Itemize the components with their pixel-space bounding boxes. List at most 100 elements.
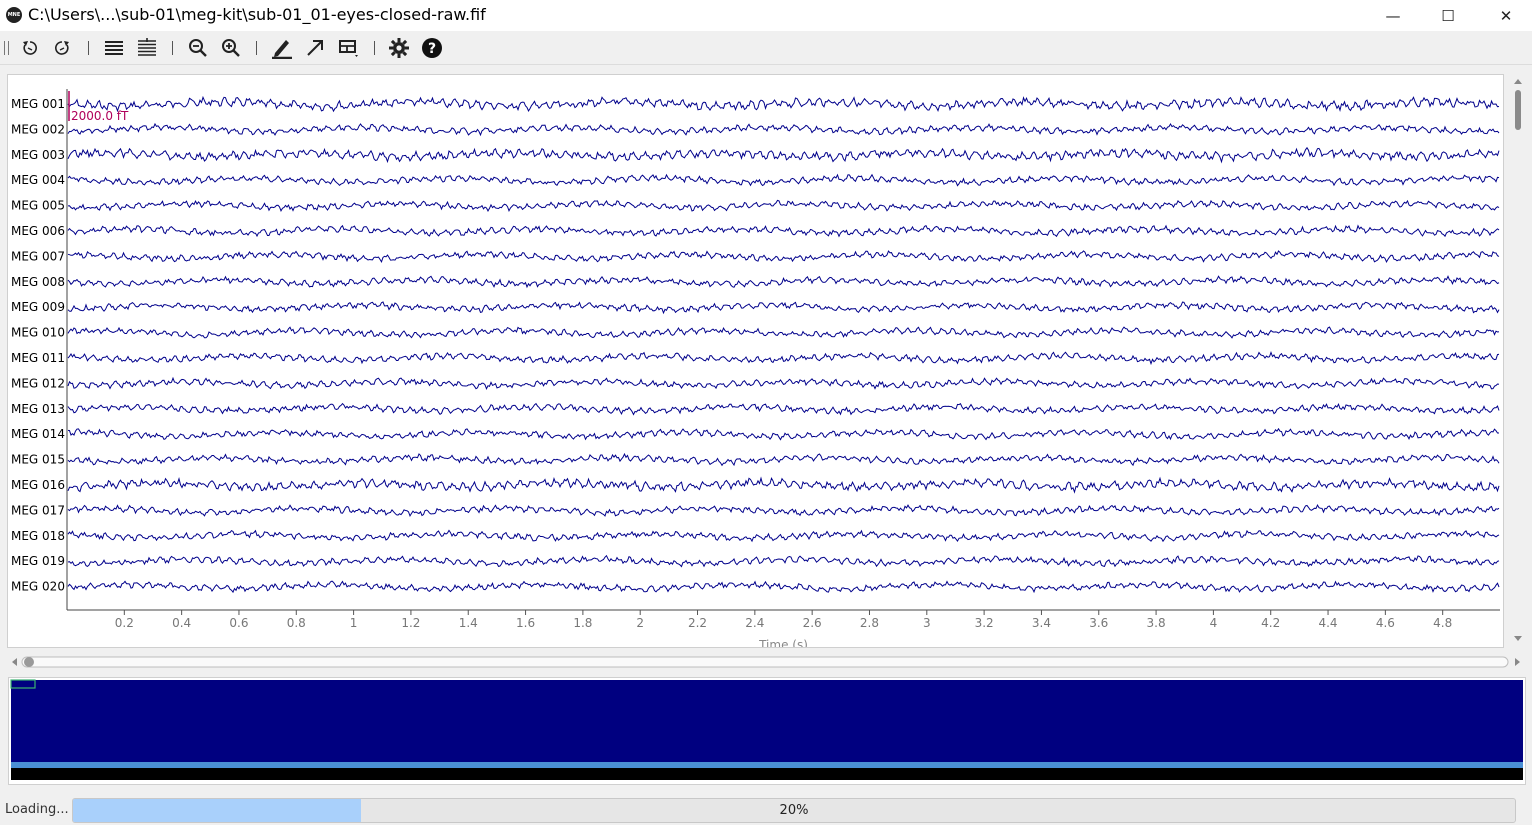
annotation-mode-icon	[272, 40, 292, 59]
overview-band	[11, 762, 1523, 768]
fewer-channels-icon	[105, 41, 123, 55]
overview-graphic	[10, 679, 1523, 780]
x-tick-label: 3.8	[1147, 616, 1166, 630]
channel-label: MEG 016	[11, 478, 65, 492]
channel-label: MEG 007	[11, 249, 65, 263]
scroll-right-arrow-icon	[1515, 658, 1520, 666]
vertical-scroll-thumb	[1515, 90, 1521, 130]
channel-label: MEG 019	[11, 554, 65, 568]
overview-time-strip	[11, 768, 1523, 780]
channel-trace	[67, 427, 1499, 441]
vertical-scrollbar[interactable]	[1510, 74, 1526, 646]
settings-button[interactable]	[386, 35, 412, 61]
horizontal-scrollbar[interactable]	[10, 654, 1526, 670]
x-tick-label: 2.8	[860, 616, 879, 630]
help-icon: ?	[422, 38, 442, 58]
raw-data-plot-panel[interactable]: 0.2 0.4 0.6 0.8 1 1.2 1.4 1.6 1.8 2 2.2 2.4 2.6 2.8 3 3…	[7, 74, 1504, 652]
channel-label: MEG 018	[11, 529, 65, 543]
mne-app-icon: MNE	[6, 7, 22, 23]
scale-arrow-button[interactable]	[302, 35, 328, 61]
projectors-button[interactable]	[336, 35, 362, 61]
vertical-scrollbar-graphic	[1514, 79, 1522, 641]
channel-trace	[67, 275, 1500, 289]
overview-bar[interactable]	[8, 677, 1526, 785]
channel-trace	[67, 224, 1500, 238]
scroll-left-arrow-icon	[12, 658, 17, 666]
channel-label: MEG 005	[11, 199, 65, 213]
x-tick-label: 1	[350, 616, 358, 630]
channel-label: MEG 011	[11, 351, 65, 365]
channel-label: MEG 014	[11, 427, 65, 441]
toolbar-separator	[172, 41, 173, 55]
x-tick-label: 4.6	[1376, 616, 1395, 630]
x-tick-label: 0.8	[287, 616, 306, 630]
channel-label: MEG 015	[11, 453, 65, 467]
loading-progress-bar: 20%	[72, 798, 1516, 823]
maximize-button[interactable]: ☐	[1425, 0, 1471, 31]
x-tick-label: 4	[1210, 616, 1218, 630]
channel-label: MEG 010	[11, 326, 65, 340]
channel-trace	[67, 529, 1500, 543]
scale-arrow-icon	[307, 40, 323, 56]
help-button[interactable]: ?	[419, 35, 445, 61]
zoom-out-button[interactable]	[185, 35, 211, 61]
projectors-icon	[339, 40, 358, 57]
x-tick-label: 2.4	[745, 616, 764, 630]
x-tick-label: 1.8	[573, 616, 592, 630]
channel-trace	[67, 326, 1500, 339]
channel-label: MEG 009	[11, 300, 65, 314]
fewer-channels-button[interactable]	[101, 35, 127, 61]
zoom-out-icon	[189, 39, 207, 57]
zoom-in-button[interactable]	[218, 35, 244, 61]
horizontal-scroll-track	[21, 656, 1509, 668]
minimize-button[interactable]: —	[1370, 0, 1416, 31]
x-tick-label: 2.6	[803, 616, 822, 630]
x-tick-label: 3.4	[1032, 616, 1051, 630]
channel-trace	[67, 301, 1500, 315]
x-tick-label: 1.2	[401, 616, 420, 630]
more-channels-icon	[138, 38, 156, 56]
horizontal-scroll-thumb	[24, 657, 34, 667]
channel-trace	[67, 122, 1500, 137]
x-tick-label: 3.2	[975, 616, 994, 630]
status-text: Loading...	[5, 802, 69, 817]
channel-label: MEG 017	[11, 503, 65, 517]
channel-trace	[67, 250, 1500, 264]
channel-label: MEG 004	[11, 173, 65, 187]
channel-trace	[67, 146, 1500, 164]
toolbar-separator	[88, 41, 89, 55]
scale-bar-label: 2000.0 fT	[71, 109, 129, 123]
x-tick-label: 4.2	[1261, 616, 1280, 630]
channel-trace	[67, 402, 1500, 416]
rewind-forward-button[interactable]	[49, 35, 75, 61]
status-bar: Loading... 20%	[0, 796, 1532, 825]
more-channels-button[interactable]	[134, 35, 160, 61]
channel-trace	[67, 476, 1500, 494]
channel-trace	[67, 95, 1500, 113]
channel-trace	[67, 503, 1500, 518]
channel-trace	[67, 580, 1500, 594]
x-tick-label: 0.2	[115, 616, 134, 630]
x-tick-label: 0.4	[172, 616, 191, 630]
svg-text:?: ?	[428, 41, 436, 57]
channel-trace	[67, 554, 1500, 568]
scroll-up-arrow-icon	[1514, 79, 1522, 84]
settings-gear-icon	[389, 38, 409, 58]
raw-traces-plot[interactable]: 0.2 0.4 0.6 0.8 1 1.2 1.4 1.6 1.8 2 2.2 2.4 2.6 2.8 3 3…	[8, 75, 1503, 652]
toolbar-separator	[374, 41, 375, 55]
rewind-back-button[interactable]	[17, 35, 43, 61]
channel-label: MEG 006	[11, 224, 65, 238]
channel-label: MEG 002	[11, 122, 65, 136]
x-tick-label: 2.2	[688, 616, 707, 630]
zoom-in-icon	[222, 39, 240, 57]
x-tick-label: 0.6	[229, 616, 248, 630]
channel-trace	[67, 351, 1500, 366]
close-button[interactable]: ✕	[1483, 0, 1529, 31]
channel-trace	[67, 173, 1500, 187]
x-tick-label: 3.6	[1089, 616, 1108, 630]
annotation-mode-button[interactable]	[269, 35, 295, 61]
x-tick-label: 2	[636, 616, 644, 630]
channel-trace	[67, 376, 1500, 390]
x-tick-label: 4.8	[1433, 616, 1452, 630]
x-axis-label: Time (s)	[758, 638, 808, 647]
